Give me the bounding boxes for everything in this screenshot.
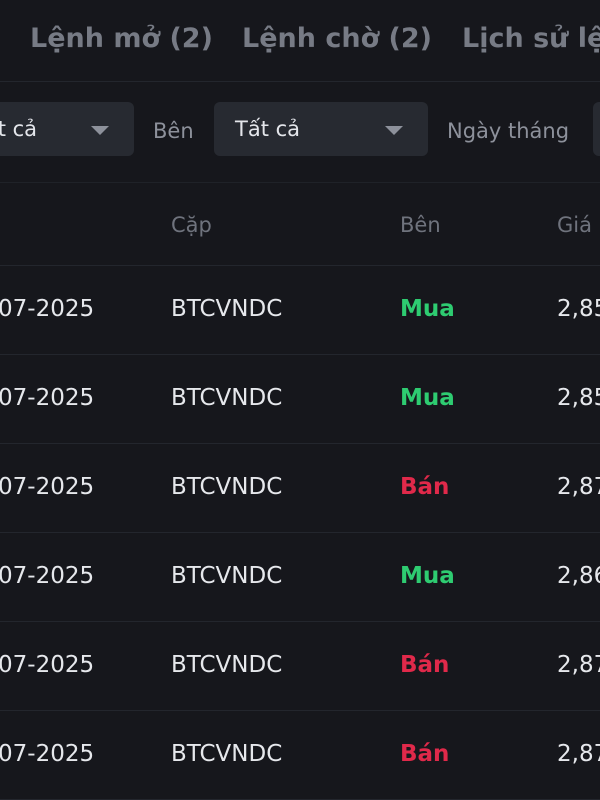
- cell-price: 2,87: [557, 652, 600, 678]
- column-header-side: Bên: [400, 213, 441, 237]
- cell-side: Mua: [400, 296, 455, 322]
- cell-date: 07-2025: [0, 741, 95, 767]
- side-filter-select[interactable]: Tất cả: [214, 102, 428, 156]
- cell-pair: BTCVNDC: [171, 563, 283, 589]
- cell-price: 2,87: [557, 474, 600, 500]
- table-row[interactable]: 07-2025 BTCVNDC Bán 2,87: [0, 711, 600, 800]
- order-tabs: Lệnh mở (2) Lệnh chờ (2) Lịch sử lệnh: [0, 0, 600, 82]
- table-header: Cặp Bên Giá: [0, 182, 600, 266]
- date-filter-label: Ngày tháng: [447, 119, 570, 143]
- cell-pair: BTCVNDC: [171, 474, 283, 500]
- pair-filter-select[interactable]: Tất cả: [0, 102, 134, 156]
- cell-pair: BTCVNDC: [171, 385, 283, 411]
- cell-price: 2,85: [557, 385, 600, 411]
- cell-date: 07-2025: [0, 474, 95, 500]
- table-row[interactable]: 07-2025 BTCVNDC Bán 2,87: [0, 444, 600, 533]
- filter-bar: Tất cả Bên Tất cả Ngày tháng: [0, 82, 600, 182]
- table-row[interactable]: 07-2025 BTCVNDC Mua 2,85: [0, 355, 600, 444]
- cell-date: 07-2025: [0, 652, 95, 678]
- cell-side: Bán: [400, 741, 450, 767]
- cell-price: 2,87: [557, 741, 600, 767]
- pair-filter-value: Tất cả: [0, 117, 38, 141]
- chevron-down-icon: [385, 126, 403, 135]
- order-history-table: Cặp Bên Giá 07-2025 BTCVNDC Mua 2,85 07-…: [0, 182, 600, 800]
- table-row[interactable]: 07-2025 BTCVNDC Mua 2,86: [0, 533, 600, 622]
- column-header-pair: Cặp: [171, 213, 212, 237]
- cell-price: 2,86: [557, 563, 600, 589]
- order-history-screen: Lệnh mở (2) Lệnh chờ (2) Lịch sử lệnh Tấ…: [0, 0, 600, 800]
- table-row[interactable]: 07-2025 BTCVNDC Mua 2,85: [0, 266, 600, 355]
- tab-pending-orders[interactable]: Lệnh chờ (2): [242, 20, 432, 58]
- side-filter-value: Tất cả: [235, 117, 301, 141]
- cell-side: Mua: [400, 385, 455, 411]
- cell-date: 07-2025: [0, 296, 95, 322]
- cell-price: 2,85: [557, 296, 600, 322]
- cell-side: Bán: [400, 474, 450, 500]
- chevron-down-icon: [91, 126, 109, 135]
- tab-order-history[interactable]: Lịch sử lệnh: [462, 20, 600, 58]
- cell-date: 07-2025: [0, 385, 95, 411]
- cell-side: Mua: [400, 563, 455, 589]
- cell-pair: BTCVNDC: [171, 296, 283, 322]
- cell-side: Bán: [400, 652, 450, 678]
- table-row[interactable]: 07-2025 BTCVNDC Bán 2,87: [0, 622, 600, 711]
- side-filter-label: Bên: [153, 119, 194, 143]
- tab-open-orders[interactable]: Lệnh mở (2): [30, 20, 213, 58]
- column-header-price: Giá: [557, 213, 592, 237]
- cell-pair: BTCVNDC: [171, 741, 283, 767]
- cell-date: 07-2025: [0, 563, 95, 589]
- date-filter-input[interactable]: [593, 102, 600, 156]
- cell-pair: BTCVNDC: [171, 652, 283, 678]
